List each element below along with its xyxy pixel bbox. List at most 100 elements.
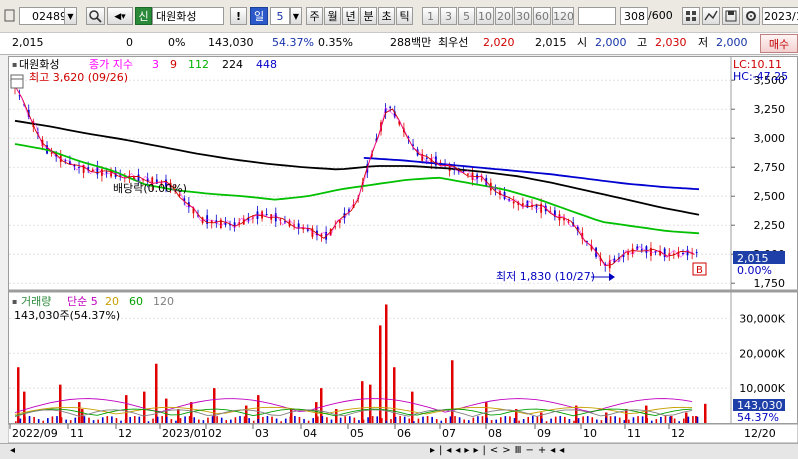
minute-tab[interactable]: 30 bbox=[514, 7, 532, 25]
volume-bar bbox=[361, 381, 364, 423]
minute-tab[interactable]: 120 bbox=[552, 7, 574, 25]
chart-svg[interactable]: 3,5003,2503,0002,7502,5002,2502,0001,750… bbox=[9, 57, 797, 424]
period-tab[interactable]: 초 bbox=[378, 7, 395, 25]
stock-name-field[interactable]: 대원화성 bbox=[152, 7, 224, 25]
volume-bar-small bbox=[371, 416, 374, 423]
volume-bar-small bbox=[165, 416, 168, 423]
range-input[interactable]: 308 bbox=[620, 7, 648, 25]
candle-body bbox=[682, 253, 684, 255]
period-n-dropdown[interactable]: ▼ bbox=[290, 7, 302, 25]
volume-bar-small bbox=[216, 416, 218, 423]
hc-label: HC:-47.25 bbox=[733, 70, 788, 83]
volume-bar-small bbox=[367, 417, 369, 423]
chart-type-icon[interactable] bbox=[702, 7, 720, 25]
period-tab[interactable]: 월 bbox=[324, 7, 341, 25]
volume-bar-small bbox=[632, 417, 635, 423]
link-icon[interactable] bbox=[3, 7, 17, 25]
volume-bar-small bbox=[47, 418, 49, 423]
volume-bar-small bbox=[56, 416, 58, 423]
candle-body bbox=[535, 205, 538, 208]
quote-turnover: 0.35% bbox=[318, 36, 353, 49]
volume-bar-small bbox=[266, 416, 269, 423]
minute-tab[interactable]: 1 bbox=[422, 7, 439, 25]
volume-bar-small bbox=[106, 416, 109, 423]
ma-legend-item: 112 bbox=[188, 58, 209, 71]
volume-bar-small bbox=[673, 418, 676, 423]
candle-body bbox=[512, 201, 515, 204]
minute-tab[interactable]: 10 bbox=[476, 7, 494, 25]
bottom-scrollbar[interactable]: ◂ ▸|◂◂▸▸|<>Ⅲ−+◂◂ bbox=[0, 443, 798, 459]
scroll-left-icon[interactable]: ◂ bbox=[10, 444, 15, 457]
x-axis-label: 12 bbox=[671, 427, 685, 440]
volume-bar-small bbox=[284, 418, 287, 423]
volume-bar-small bbox=[541, 418, 543, 423]
panel-collapse-icon[interactable]: ▪ bbox=[12, 60, 17, 69]
volume-bar-small bbox=[275, 418, 278, 423]
dividend-note: 배당락(0.00%) bbox=[113, 182, 187, 195]
open-price: 2,000 bbox=[595, 36, 627, 49]
x-axis-label: 10 bbox=[583, 427, 597, 440]
volume-bar-small bbox=[449, 416, 452, 423]
save-icon[interactable] bbox=[722, 7, 740, 25]
period-n-input[interactable]: 5 bbox=[270, 7, 290, 25]
code-dropdown-arrow[interactable]: ▼ bbox=[64, 7, 77, 25]
prev-next-stepper[interactable]: ◀▾ bbox=[107, 7, 133, 25]
period-tab[interactable]: 틱 bbox=[396, 7, 413, 25]
volume-bar-small bbox=[316, 416, 319, 423]
price-panel-title: 대원화성 bbox=[19, 58, 59, 71]
priority-bid: 2,015 bbox=[535, 36, 567, 49]
quote-volume-rate: 54.37% bbox=[272, 36, 314, 49]
volume-bar-small bbox=[417, 418, 420, 423]
volume-bar-small bbox=[115, 418, 118, 423]
volume-bar bbox=[685, 412, 688, 423]
volume-bar-small bbox=[37, 419, 40, 423]
volume-bar-small bbox=[65, 419, 67, 423]
minute-tab[interactable]: 3 bbox=[440, 7, 457, 25]
period-day-tab[interactable]: 일 bbox=[250, 7, 268, 25]
volume-legend-item: 단순 5 bbox=[67, 295, 98, 308]
volume-bar-small bbox=[600, 420, 603, 423]
volume-bar-small bbox=[536, 416, 539, 423]
candle-body bbox=[640, 249, 643, 251]
candle-body bbox=[645, 246, 648, 253]
quote-change: 0 bbox=[126, 36, 133, 49]
volume-bar-small bbox=[568, 419, 571, 423]
high-label: 고 bbox=[637, 36, 648, 49]
volume-legend-item: 20 bbox=[105, 295, 119, 308]
search-icon[interactable] bbox=[86, 7, 105, 25]
max-price-note: 최고 3,620 (09/26) bbox=[29, 71, 128, 84]
minute-tab[interactable]: 20 bbox=[495, 7, 513, 25]
candle-body bbox=[105, 172, 108, 174]
volume-bar-small bbox=[271, 416, 273, 423]
alert-icon[interactable]: ! bbox=[230, 7, 247, 25]
period-tab[interactable]: 분 bbox=[360, 7, 377, 25]
volume-collapse-icon[interactable]: ▪ bbox=[12, 297, 17, 306]
volume-bar-small bbox=[303, 419, 305, 423]
volume-bar-small bbox=[509, 416, 511, 423]
volume-bar-small bbox=[623, 420, 626, 423]
x-axis-label: 11 bbox=[627, 427, 641, 440]
volume-bar-small bbox=[101, 417, 104, 423]
buy-button[interactable]: 매수 bbox=[760, 34, 798, 53]
candle-body bbox=[521, 203, 524, 206]
calendar-icon[interactable] bbox=[10, 74, 24, 89]
minute-tab[interactable]: 5 bbox=[458, 7, 475, 25]
volume-bar-small bbox=[573, 420, 575, 423]
x-axis-label: 12 bbox=[118, 427, 132, 440]
scroll-track[interactable] bbox=[0, 445, 420, 457]
volume-bar-small bbox=[381, 418, 383, 423]
volume-bar-small bbox=[243, 416, 246, 423]
settings-icon[interactable] bbox=[742, 7, 760, 25]
blank-dropdown[interactable] bbox=[578, 7, 616, 25]
minute-tab[interactable]: 60 bbox=[533, 7, 551, 25]
volume-bar-small bbox=[440, 420, 443, 423]
period-tab[interactable]: 주 bbox=[306, 7, 323, 25]
date-field[interactable]: 2023/1 bbox=[762, 7, 798, 25]
volume-bar bbox=[379, 325, 382, 423]
scroll-nav-icons[interactable]: ▸|◂◂▸▸|<>Ⅲ−+◂◂ bbox=[430, 444, 568, 457]
chart-area[interactable]: 3,5003,2503,0002,7502,5002,2502,0001,750… bbox=[8, 56, 798, 424]
grid-icon[interactable] bbox=[682, 7, 700, 25]
period-tab[interactable]: 년 bbox=[342, 7, 359, 25]
volume-bar-small bbox=[362, 419, 365, 423]
volume-bar-small bbox=[458, 417, 461, 423]
